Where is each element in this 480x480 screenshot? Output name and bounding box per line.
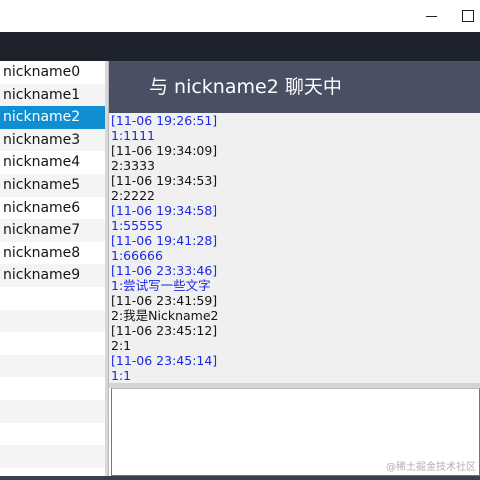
contact-list-empty-row — [0, 423, 105, 446]
contact-item-nickname5[interactable]: nickname5 — [0, 173, 105, 197]
chat-header: 与 nickname2 聊天中 — [109, 61, 480, 113]
contact-item-nickname1[interactable]: nickname1 — [0, 83, 105, 107]
contact-item-nickname4[interactable]: nickname4 — [0, 151, 105, 174]
chat-message-self: [11-06 23:33:46]1:尝试写一些文字 — [111, 263, 218, 293]
contact-list-empty-row — [0, 377, 105, 400]
contact-item-nickname0[interactable]: nickname0 — [0, 61, 105, 84]
window-titlebar — [0, 0, 480, 32]
contact-item-nickname6[interactable]: nickname6 — [0, 197, 105, 220]
chat-message-self: [11-06 23:45:14]1:1 — [111, 353, 218, 383]
chat-message-other: [11-06 19:34:09]2:3333 — [111, 143, 218, 173]
contact-list-empty-row — [0, 309, 105, 333]
minimize-icon[interactable] — [421, 6, 443, 26]
chat-title: 与 nickname2 聊天中 — [149, 76, 342, 98]
contact-list-empty-row — [0, 445, 105, 468]
bottom-bar — [0, 476, 480, 480]
contact-list[interactable]: nickname0 nickname1 nickname2 nickname3 nick… — [0, 61, 105, 480]
watermark-text: @稀土掘金技术社区 — [386, 462, 476, 473]
chat-message-other: [11-06 23:41:59]2:我是Nickname2 — [111, 293, 219, 323]
chat-message-self: [11-06 19:34:58]1:55555 — [111, 203, 218, 233]
message-list: [11-06 19:26:51]1:1111 [11-06 19:34:09]2:… — [109, 113, 229, 383]
contact-item-nickname7[interactable]: nickname7 — [0, 219, 105, 242]
contact-item-nickname3[interactable]: nickname3 — [0, 128, 105, 152]
chat-message-other: [11-06 23:45:12]2:1 — [111, 323, 218, 353]
contact-list-empty-row — [0, 354, 105, 378]
contact-list-empty-row — [0, 399, 105, 423]
contact-item-nickname9[interactable]: nickname9 — [0, 264, 105, 287]
app-header-band — [0, 32, 480, 61]
contact-item-nickname8[interactable]: nickname8 — [0, 242, 105, 265]
contact-item-nickname2[interactable]: nickname2 — [0, 106, 105, 129]
message-history[interactable]: [11-06 19:26:51]1:1111 [11-06 19:34:09]2:… — [109, 113, 480, 383]
maximize-icon[interactable] — [458, 6, 480, 26]
contact-list-empty-row — [0, 287, 105, 310]
chat-message-other: [11-06 19:34:53]2:2222 — [111, 173, 218, 203]
chat-message-self: [11-06 19:26:51]1:1111 — [111, 113, 218, 143]
chat-message-self: [11-06 19:41:28]1:66666 — [111, 233, 218, 263]
contact-list-empty-row — [0, 332, 105, 355]
